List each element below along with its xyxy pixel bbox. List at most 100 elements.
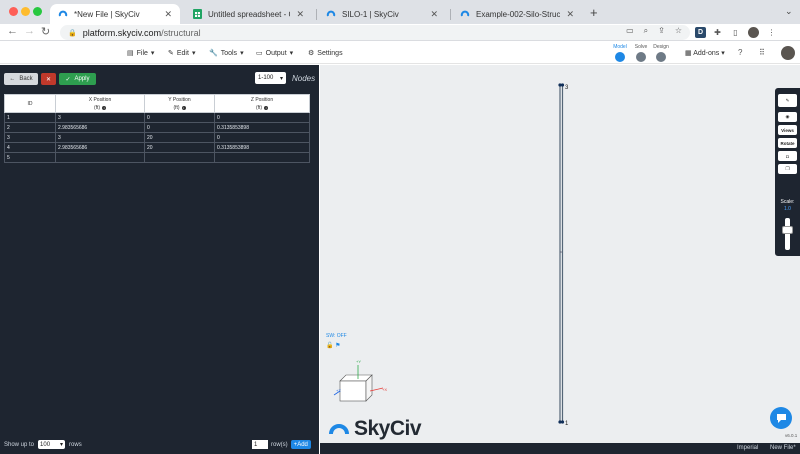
table-cell[interactable]: 2.983565686 xyxy=(55,142,145,153)
apply-button[interactable]: ✓ Apply xyxy=(59,73,96,85)
table-cell[interactable]: 20 xyxy=(144,132,215,143)
close-icon[interactable]: ✕ xyxy=(296,9,304,20)
info-icon[interactable]: i xyxy=(102,105,107,110)
tools-menu[interactable]: 🔧 Tools ▾ xyxy=(209,49,244,58)
add-button-label: Add xyxy=(297,441,308,448)
chrome-menu-icon[interactable]: ⋮ xyxy=(766,27,777,38)
table-cell[interactable] xyxy=(55,152,145,163)
mode-design[interactable]: Design xyxy=(652,44,670,62)
forward-arrow-icon[interactable]: → xyxy=(24,25,35,37)
bookmark-star-icon[interactable]: ☆ xyxy=(675,26,682,36)
edit-pencil-button[interactable]: ✎ xyxy=(778,94,797,107)
mode-label: Model xyxy=(613,44,627,50)
edit-menu[interactable]: ✎ Edit ▾ xyxy=(168,49,195,58)
rotate-button[interactable]: Rotate xyxy=(778,138,797,148)
zoom-icon[interactable]: ⌕ xyxy=(644,26,648,36)
address-bar[interactable]: 🔒 platform.skyciv.com/structural ▭ ⌕ ⇪ ☆ xyxy=(60,25,690,40)
visibility-eye-button[interactable]: ◉ xyxy=(778,112,797,122)
design-mode-icon xyxy=(656,52,666,62)
table-row: 1 3 0 0 xyxy=(4,112,310,123)
table-cell[interactable]: 20 xyxy=(144,142,215,153)
chevron-down-icon: ▾ xyxy=(60,442,64,448)
model-canvas[interactable]: 3 1 +Y +X +Z SW: OFF 🔓 ⚑ SkyCiv ✎ ◉ View… xyxy=(320,65,800,443)
table-cell[interactable]: 1 xyxy=(4,112,56,123)
settings-menu[interactable]: ⚙ Settings xyxy=(308,49,343,58)
file-menu[interactable]: ▤ File ▾ xyxy=(127,49,154,58)
screenshot-camera-button[interactable]: ◘ xyxy=(778,151,797,161)
settings-menu-label: Settings xyxy=(317,49,343,57)
browser-tab-silo-1[interactable]: SILO-1 | SkyCiv ✕ xyxy=(318,4,446,24)
cancel-button[interactable]: ✕ xyxy=(41,73,56,85)
cube-view-button[interactable]: ❒ xyxy=(778,164,797,174)
close-icon[interactable]: ✕ xyxy=(566,9,574,20)
table-cell[interactable]: 0 xyxy=(144,122,215,133)
user-avatar[interactable] xyxy=(781,46,795,60)
mode-model[interactable]: Model xyxy=(611,44,629,62)
scale-slider-track[interactable] xyxy=(785,218,790,250)
self-weight-status[interactable]: SW: OFF xyxy=(326,333,347,339)
add-ons-menu[interactable]: ▦ Add-ons ▾ xyxy=(685,49,725,57)
monitor-icon: ▭ xyxy=(256,50,263,57)
camera-icon[interactable]: ⚑ xyxy=(335,343,340,349)
tab-search-icon[interactable]: ⌄ xyxy=(785,6,793,17)
profile-avatar[interactable] xyxy=(748,27,759,38)
info-icon[interactable]: i xyxy=(181,105,186,110)
browser-tab-example-silo[interactable]: Example-002-Silo-Structure | ✕ xyxy=(452,4,582,24)
views-button[interactable]: Views xyxy=(778,125,797,135)
add-rows-count-input[interactable]: 1 xyxy=(252,440,268,449)
help-icon[interactable]: ? xyxy=(738,48,742,57)
rows-count-select[interactable]: 100 ▾ xyxy=(38,440,66,449)
midpoint-marker xyxy=(560,251,562,253)
skyciv-logo-icon xyxy=(329,424,349,435)
chat-icon xyxy=(776,413,786,423)
apps-grid-icon[interactable]: ⠿ xyxy=(759,48,765,57)
unlock-icon[interactable]: 🔓 xyxy=(326,343,333,349)
table-cell[interactable] xyxy=(214,152,310,163)
back-button[interactable]: ← Back xyxy=(4,73,38,85)
close-icon[interactable]: ✕ xyxy=(430,9,438,20)
tools-menu-label: Tools xyxy=(220,49,238,57)
rows-count-value: 100 xyxy=(40,441,51,448)
table-cell[interactable]: 5 xyxy=(4,152,56,163)
sheets-icon xyxy=(192,9,202,19)
check-icon: ✓ xyxy=(65,76,71,83)
table-cell[interactable]: 0 xyxy=(144,112,215,123)
units-label[interactable]: Imperial xyxy=(737,445,758,451)
mode-solve[interactable]: Solve xyxy=(632,44,650,62)
table-cell[interactable]: 3 xyxy=(55,112,145,123)
chat-support-button[interactable] xyxy=(770,407,792,429)
add-rows-button[interactable]: + Add xyxy=(290,440,311,449)
table-cell[interactable]: 0.3135853898 xyxy=(214,122,310,133)
table-cell[interactable]: 4 xyxy=(4,142,56,153)
tab-separator xyxy=(450,9,451,20)
table-cell[interactable]: 3 xyxy=(55,132,145,143)
info-icon[interactable]: i xyxy=(264,105,269,110)
table-cell[interactable]: 0 xyxy=(214,112,310,123)
close-icon[interactable]: ✕ xyxy=(164,9,172,20)
close-window-button[interactable] xyxy=(9,7,18,16)
apply-button-label: Apply xyxy=(74,76,90,82)
view-lock-icons: 🔓 ⚑ xyxy=(326,342,341,349)
maximize-window-button[interactable] xyxy=(33,7,42,16)
extension-d-icon[interactable]: D xyxy=(695,27,706,38)
browser-tab-spreadsheet[interactable]: Untitled spreadsheet - Google ✕ xyxy=(184,4,312,24)
share-icon[interactable]: ⇪ xyxy=(658,26,665,36)
install-app-icon[interactable]: ▭ xyxy=(626,26,634,36)
add-rows-control: 1 row(s) + Add xyxy=(252,440,311,449)
table-cell[interactable]: 0 xyxy=(214,132,310,143)
table-cell[interactable]: 2.983565686 xyxy=(55,122,145,133)
extensions-puzzle-icon[interactable]: ✚ xyxy=(712,27,723,38)
back-arrow-icon[interactable]: ← xyxy=(7,25,18,37)
output-menu[interactable]: ▭ Output ▾ xyxy=(256,49,293,58)
new-tab-button[interactable]: + xyxy=(590,5,598,20)
range-select[interactable]: 1-100 ▾ xyxy=(255,72,286,84)
table-cell[interactable]: 0.3135853898 xyxy=(214,142,310,153)
table-cell[interactable]: 3 xyxy=(4,132,56,143)
browser-tab-new-file[interactable]: *New File | SkyCiv ✕ xyxy=(50,4,180,24)
table-cell[interactable] xyxy=(144,152,215,163)
minimize-window-button[interactable] xyxy=(21,7,30,16)
reload-icon[interactable]: ↻ xyxy=(41,25,50,38)
table-cell[interactable]: 2 xyxy=(4,122,56,133)
scale-slider-handle[interactable] xyxy=(782,226,793,234)
side-panel-icon[interactable]: ▯ xyxy=(730,27,741,38)
